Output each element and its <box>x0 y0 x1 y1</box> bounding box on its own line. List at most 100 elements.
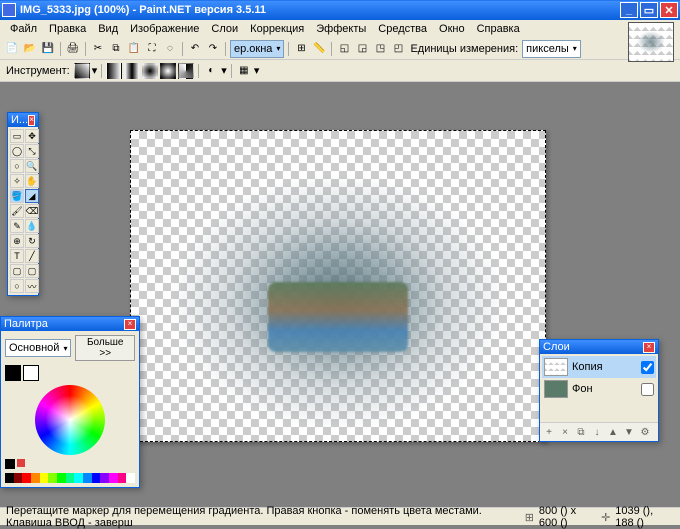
colors-close-icon[interactable]: × <box>124 319 136 330</box>
move-tool[interactable]: ✥ <box>25 129 39 143</box>
tools-window-title[interactable]: И... × <box>8 113 38 127</box>
menu-layers[interactable]: Слои <box>205 21 244 37</box>
background-swatch[interactable] <box>23 365 39 381</box>
color-picker-tool[interactable]: 💧 <box>25 219 39 233</box>
eraser-tool[interactable]: ⌫ <box>25 204 39 218</box>
panel2-icon[interactable]: ◲ <box>354 41 370 57</box>
minimize-button[interactable]: _ <box>620 2 638 18</box>
paint-bucket-tool[interactable]: 🪣 <box>10 189 24 203</box>
delete-layer-icon[interactable]: × <box>558 425 572 439</box>
color-mode-combo[interactable]: Основной▾ <box>5 339 71 357</box>
swatch-small-icon[interactable] <box>17 459 25 467</box>
magic-wand-tool[interactable]: ✧ <box>10 174 24 188</box>
units-label: Единицы измерения: <box>408 43 520 55</box>
menu-file[interactable]: Файл <box>4 21 43 37</box>
undo-icon[interactable]: ↶ <box>187 41 203 57</box>
dimensions-icon: ⊞ <box>525 511 535 523</box>
ellipse-select-tool[interactable]: ○ <box>10 159 24 173</box>
tool-dropdown[interactable]: ▾ <box>92 64 98 77</box>
pan-tool[interactable]: ✋ <box>25 174 39 188</box>
colors-window-title[interactable]: Палитра × <box>1 317 139 331</box>
gradient-linear-icon[interactable] <box>106 63 122 79</box>
swatch-black[interactable] <box>5 459 15 469</box>
crop-icon[interactable]: ⛶ <box>144 41 160 57</box>
duplicate-layer-icon[interactable]: ⧉ <box>574 425 588 439</box>
layer-visible-checkbox[interactable] <box>641 361 654 374</box>
line-tool[interactable]: ╱ <box>25 249 39 263</box>
move-selection-tool[interactable]: ⤡ <box>25 144 39 158</box>
open-icon[interactable]: 📂 <box>22 41 38 57</box>
merge-layer-icon[interactable]: ↓ <box>590 425 604 439</box>
pencil-tool[interactable]: ✎ <box>10 219 24 233</box>
freeform-tool[interactable]: 〰 <box>25 279 39 293</box>
alpha-dropdown[interactable]: ▾ <box>254 64 260 77</box>
gradient-conical-icon[interactable] <box>178 63 194 79</box>
brush-tool[interactable]: 🖌 <box>10 204 24 218</box>
rect-select-tool[interactable]: ▭ <box>10 129 24 143</box>
blend-mode-icon[interactable]: ◐ <box>203 63 219 79</box>
deselect-icon[interactable]: ◌ <box>162 41 178 57</box>
rounded-rect-tool[interactable]: ▢ <box>25 264 39 278</box>
layer-row[interactable]: Фон <box>542 378 656 400</box>
gradient-diamond-icon[interactable] <box>142 63 158 79</box>
layer-visible-checkbox[interactable] <box>641 383 654 396</box>
color-wheel[interactable] <box>35 385 105 455</box>
move-down-icon[interactable]: ▼ <box>622 425 636 439</box>
maximize-button[interactable]: ▭ <box>640 2 658 18</box>
recolor-tool[interactable]: ↻ <box>25 234 39 248</box>
save-icon[interactable]: 💾 <box>40 41 56 57</box>
layer-properties-icon[interactable]: ⚙ <box>638 425 652 439</box>
panel3-icon[interactable]: ◳ <box>372 41 388 57</box>
menu-window[interactable]: Окно <box>433 21 471 37</box>
menu-image[interactable]: Изображение <box>124 21 205 37</box>
menu-tools[interactable]: Средства <box>372 21 433 37</box>
move-up-icon[interactable]: ▲ <box>606 425 620 439</box>
lasso-tool[interactable]: ◯ <box>10 144 24 158</box>
print-icon[interactable]: 🖨 <box>65 41 81 57</box>
redo-icon[interactable]: ↷ <box>205 41 221 57</box>
blend-dropdown[interactable]: ▾ <box>221 64 227 77</box>
layer-name: Копия <box>572 361 603 373</box>
tool-label: Инструмент: <box>4 65 72 77</box>
layer-row[interactable]: Копия <box>542 356 656 378</box>
layers-window: Слои × Копия Фон + × ⧉ ↓ ▲ ▼ ⚙ <box>539 339 659 442</box>
gradient-radial-icon[interactable] <box>160 63 176 79</box>
palette-strip[interactable] <box>5 473 135 483</box>
new-icon[interactable]: 📄 <box>4 41 20 57</box>
colors-window: Палитра × Основной▾ Больше >> <box>0 316 140 488</box>
paste-icon[interactable]: 📋 <box>126 41 142 57</box>
layers-close-icon[interactable]: × <box>643 342 655 353</box>
copy-icon[interactable]: ⧉ <box>108 41 124 57</box>
alpha-channel-icon[interactable]: ▦ <box>236 63 252 79</box>
rect-tool[interactable]: ▢ <box>10 264 24 278</box>
menu-edit[interactable]: Правка <box>43 21 92 37</box>
units-combo[interactable]: пикселы▾ <box>522 40 581 58</box>
text-tool[interactable]: T <box>10 249 24 263</box>
menu-effects[interactable]: Эффекты <box>310 21 372 37</box>
clone-tool[interactable]: ⊕ <box>10 234 24 248</box>
zoom-tool[interactable]: 🔍 <box>25 159 39 173</box>
ruler-icon[interactable]: 📏 <box>311 41 327 57</box>
foreground-swatch[interactable] <box>5 365 21 381</box>
menu-view[interactable]: Вид <box>92 21 124 37</box>
grid-icon[interactable]: ⊞ <box>293 41 309 57</box>
canvas[interactable] <box>130 130 546 442</box>
panel4-icon[interactable]: ◰ <box>390 41 406 57</box>
gradient-tool-icon[interactable] <box>74 63 90 79</box>
ellipse-tool[interactable]: ○ <box>10 279 24 293</box>
layers-window-title[interactable]: Слои × <box>540 340 658 354</box>
gradient-tool[interactable]: ◢ <box>25 189 39 203</box>
tools-close-icon[interactable]: × <box>28 115 35 126</box>
zoom-combo[interactable]: ер.окна▾ <box>230 40 284 58</box>
add-layer-icon[interactable]: + <box>542 425 556 439</box>
menu-adjustments[interactable]: Коррекция <box>244 21 310 37</box>
colors-more-button[interactable]: Больше >> <box>75 335 135 361</box>
gradient-reflected-icon[interactable] <box>124 63 140 79</box>
cursor-icon: ✛ <box>601 511 611 523</box>
document-preview[interactable] <box>628 22 674 62</box>
menu-help[interactable]: Справка <box>471 21 526 37</box>
layer-thumbnail <box>544 358 568 376</box>
cut-icon[interactable]: ✂ <box>90 41 106 57</box>
close-button[interactable]: ✕ <box>660 2 678 18</box>
panel1-icon[interactable]: ◱ <box>336 41 352 57</box>
